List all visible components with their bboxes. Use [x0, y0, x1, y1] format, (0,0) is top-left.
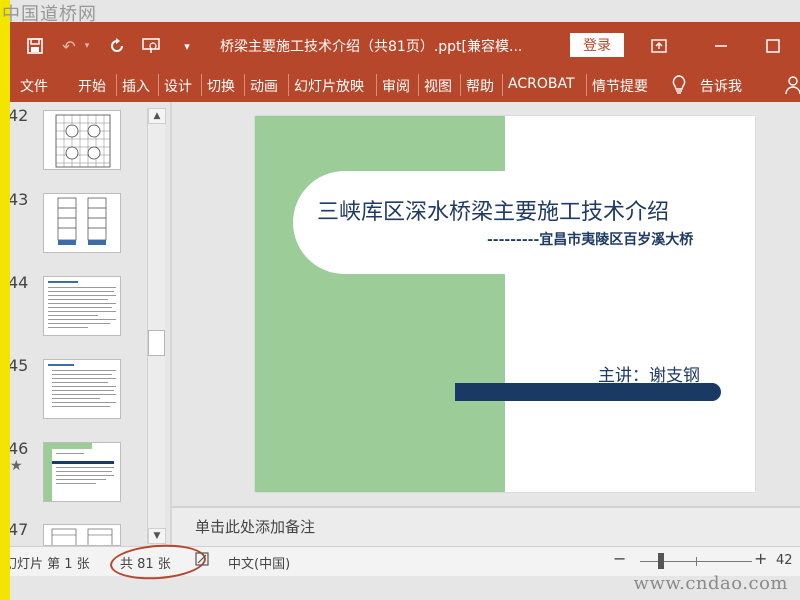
spell-check-icon[interactable] — [194, 551, 210, 571]
tab-animations[interactable]: 动画 — [250, 76, 278, 96]
slide-thumbnail-42[interactable] — [43, 110, 121, 170]
tab-file[interactable]: 文件 — [20, 76, 48, 96]
tab-design[interactable]: 设计 — [164, 76, 192, 96]
slide-thumbnail-45[interactable] — [43, 359, 121, 419]
zoom-level[interactable]: 42 — [776, 553, 793, 568]
zoom-in-button[interactable]: + — [754, 549, 767, 568]
ribbon-tabs: 文件 开始 插入 设计 切换 动画 幻灯片放映 审阅 视图 帮助 ACROBAT… — [10, 68, 800, 102]
menu-separator — [201, 74, 202, 96]
slide-thumbnail-47[interactable] — [43, 524, 121, 546]
current-slide[interactable]: 三峡库区深水桥梁主要施工技术介绍 ---------宜昌市夷陵区百岁溪大桥 主讲… — [255, 116, 755, 492]
menu-separator — [158, 74, 159, 96]
tab-insert[interactable]: 插入 — [122, 76, 150, 96]
minimize-icon[interactable] — [710, 35, 732, 57]
customize-dropdown-icon[interactable]: ▾ — [176, 35, 198, 57]
tab-help[interactable]: 帮助 — [466, 76, 494, 96]
save-icon[interactable] — [24, 35, 46, 57]
slide-editor: 三峡库区深水桥梁主要施工技术介绍 ---------宜昌市夷陵区百岁溪大桥 主讲… — [172, 102, 800, 506]
notes-pane[interactable]: 单击此处添加备注 — [172, 508, 800, 546]
zoom-slider-thumb[interactable] — [658, 553, 664, 569]
slide-subtitle[interactable]: ---------宜昌市夷陵区百岁溪大桥 — [487, 229, 693, 249]
watermark-bottom: www.cndao.com — [633, 573, 788, 594]
scroll-up-icon[interactable]: ▲ — [148, 108, 166, 124]
thumbnail-number: 44 — [10, 273, 29, 292]
thumbnail-number: 45 — [10, 356, 29, 375]
title-bar: ↶ ▾ ▾ 桥梁主要施工技术介绍（共81页）.ppt[兼容模... 登录 — [10, 22, 800, 68]
star-icon: ★ — [10, 458, 23, 474]
menu-separator — [502, 74, 503, 96]
slide-thumbnail-pane: 42 43 44 45 46 ★ 47 ▲ ▼ — [10, 102, 170, 546]
notes-placeholder: 单击此处添加备注 — [195, 518, 316, 536]
zoom-out-button[interactable]: − — [613, 549, 626, 568]
menu-separator — [460, 74, 461, 96]
thumbnail-number: 43 — [10, 190, 29, 209]
language-indicator[interactable]: 中文(中国) — [228, 553, 290, 572]
menu-separator — [116, 74, 117, 96]
ribbon-display-icon[interactable] — [648, 35, 670, 57]
redo-icon[interactable] — [106, 35, 128, 57]
scroll-down-icon[interactable]: ▼ — [148, 528, 166, 544]
tell-me-search[interactable]: 告诉我 — [700, 76, 742, 96]
menu-separator — [288, 74, 289, 96]
thumbnail-number: 47 — [10, 520, 29, 539]
tab-transitions[interactable]: 切换 — [207, 76, 235, 96]
tab-storyboarding[interactable]: 情节提要 — [592, 76, 648, 96]
powerpoint-window: ↶ ▾ ▾ 桥梁主要施工技术介绍（共81页）.ppt[兼容模... 登录 文件 … — [10, 0, 800, 600]
tab-home[interactable]: 开始 — [78, 76, 106, 96]
thumbnail-scrollbar[interactable]: ▲ ▼ — [147, 108, 166, 544]
share-icon[interactable] — [782, 74, 800, 96]
tab-slideshow[interactable]: 幻灯片放映 — [294, 76, 364, 96]
slide-indicator: 幻灯片 第 1 张 — [10, 557, 90, 572]
menu-separator — [376, 74, 377, 96]
maximize-icon[interactable] — [762, 35, 784, 57]
highlight-oval — [108, 541, 208, 583]
menu-separator — [418, 74, 419, 96]
navy-bar-shape — [455, 383, 721, 401]
thumbnail-number: 42 — [10, 106, 29, 125]
menu-separator — [244, 74, 245, 96]
document-title: 桥梁主要施工技术介绍（共81页）.ppt[兼容模... — [220, 39, 523, 55]
menu-separator — [586, 74, 587, 96]
slide-thumbnail-46[interactable] — [43, 442, 121, 502]
status-bar: 幻灯片 第 1 张 共 81 张 中文(中国) − + 42 — [10, 541, 800, 583]
scroll-thumb[interactable] — [148, 330, 165, 356]
tab-acrobat[interactable]: ACROBAT — [508, 76, 575, 92]
zoom-center-tick — [696, 557, 697, 566]
watermark-top: 中国道桥网 — [2, 4, 97, 25]
lightbulb-icon[interactable] — [668, 74, 690, 96]
thumbnail-number: 46 — [10, 439, 29, 458]
login-button[interactable]: 登录 — [570, 33, 624, 57]
tab-view[interactable]: 视图 — [424, 76, 452, 96]
undo-dropdown-icon[interactable]: ▾ — [76, 35, 98, 57]
present-icon[interactable] — [140, 35, 162, 57]
slide-title[interactable]: 三峡库区深水桥梁主要施工技术介绍 — [317, 194, 669, 226]
tab-review[interactable]: 审阅 — [382, 76, 410, 96]
slide-thumbnail-43[interactable] — [43, 193, 121, 253]
slide-thumbnail-44[interactable] — [43, 276, 121, 336]
